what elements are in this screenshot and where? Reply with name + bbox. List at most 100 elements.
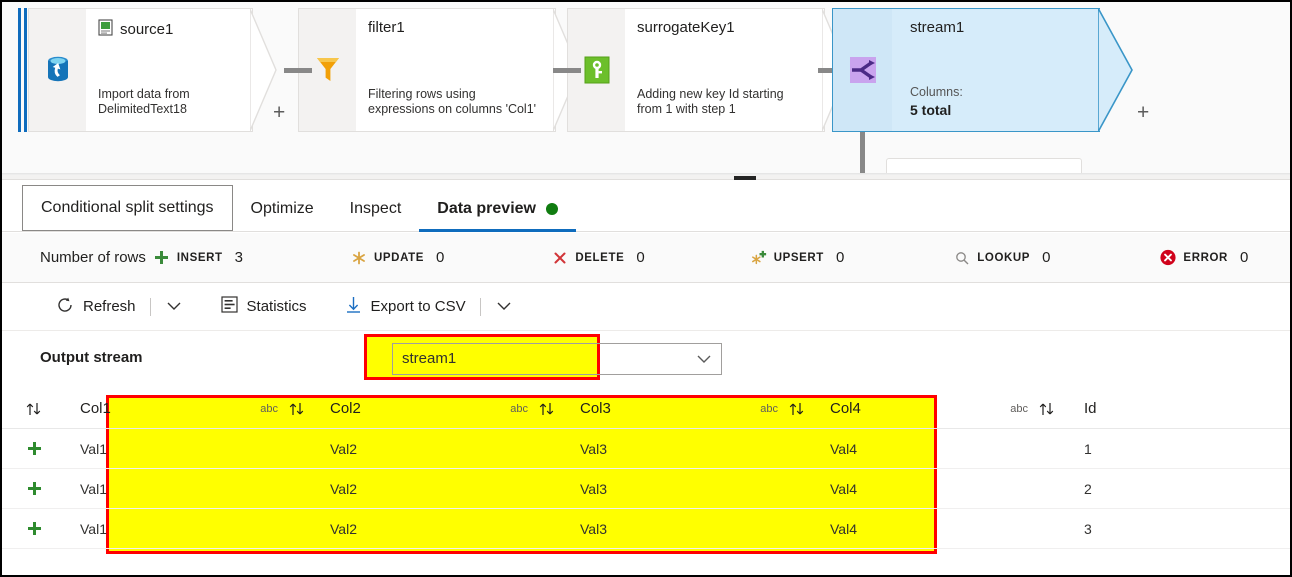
counter-error: ERROR 0	[1160, 249, 1248, 266]
column-header-col4-meta: abc	[1010, 401, 1056, 417]
node-below-partial	[886, 158, 1082, 173]
counter-update-value: 0	[436, 249, 445, 266]
table-row[interactable]: Val1 Val2 Val3 Val4 1	[2, 429, 1290, 469]
node-source1-name: source1	[120, 21, 174, 38]
add-after-source1-button[interactable]: +	[273, 102, 285, 123]
data-preview-table: Col1 abc Col2 abc Col3 abc Col4 abc Id V…	[2, 389, 1290, 549]
column-header-col4[interactable]: Col4 abc	[816, 389, 1066, 428]
add-after-stream1-button[interactable]: +	[1137, 102, 1149, 123]
sort-arrows-icon[interactable]	[1038, 401, 1056, 417]
cell-col2: Val2	[316, 429, 566, 468]
row-sort-toggle[interactable]	[2, 401, 66, 417]
column-header-col3[interactable]: Col3 abc	[566, 389, 816, 428]
column-header-col2[interactable]: Col2 abc	[316, 389, 566, 428]
export-to-csv-button[interactable]: Export to CSV	[337, 291, 474, 323]
cell-col4: Val4	[816, 509, 1066, 548]
node-stream1-columns-label: Columns:	[910, 85, 963, 99]
delimited-text-icon	[98, 19, 113, 40]
counter-lookup: LOOKUP 0	[954, 249, 1050, 266]
column-type-label: abc	[1010, 402, 1028, 415]
node-source1-description: Import data from DelimitedText18	[98, 87, 190, 117]
row-expand-button[interactable]	[2, 442, 66, 455]
settings-tabstrip[interactable]: Conditional split settings Optimize Insp…	[2, 180, 1290, 232]
counter-lookup-value: 0	[1042, 249, 1051, 266]
row-expand-button[interactable]	[2, 522, 66, 535]
column-header-id[interactable]: Id	[1066, 389, 1286, 428]
preview-status-dot-icon	[545, 203, 558, 215]
statistics-button[interactable]: Statistics	[213, 291, 315, 323]
node-filter1-body[interactable]: filter1 Filtering rows using expressions…	[356, 8, 580, 132]
node-surrogatekey1[interactable]: surrogateKey1 Adding new key Id starting…	[567, 8, 857, 132]
node-surrogatekey1-desc-line1: Adding new key Id starting	[637, 87, 784, 101]
source-database-icon	[28, 8, 86, 132]
tab-conditional-split-settings-label: Conditional split settings	[41, 199, 214, 216]
plus-icon	[27, 482, 41, 495]
export-dropdown-button[interactable]	[487, 291, 521, 323]
sort-arrows-icon[interactable]	[788, 401, 806, 417]
node-surrogatekey1-description: Adding new key Id starting from 1 with s…	[637, 87, 784, 117]
preview-toolbar[interactable]: Refresh Statistics Export to CSV	[2, 283, 1290, 331]
asterisk-plus-icon	[751, 250, 767, 266]
node-stream1[interactable]: stream1 Columns: 5 total +	[832, 8, 1149, 132]
tab-data-preview[interactable]: Data preview	[419, 187, 576, 232]
tab-inspect[interactable]: Inspect	[332, 187, 420, 231]
connector-stream-down	[860, 132, 865, 173]
node-source1-body[interactable]: source1 Import data from DelimitedText18	[86, 8, 277, 132]
node-filter1-desc-line2: expressions on columns 'Col1'	[368, 102, 537, 116]
node-source1[interactable]: source1 Import data from DelimitedText18…	[28, 8, 285, 132]
column-header-col1[interactable]: Col1 abc	[66, 389, 316, 428]
node-surrogatekey1-body[interactable]: surrogateKey1 Adding new key Id starting…	[625, 8, 849, 132]
node-filter1[interactable]: filter1 Filtering rows using expressions…	[298, 8, 588, 132]
node-source1-desc-line1: Import data from	[98, 87, 190, 101]
cell-col4: Val4	[816, 429, 1066, 468]
node-filter1-description: Filtering rows using expressions on colu…	[368, 87, 536, 117]
cell-id: 2	[1066, 469, 1286, 508]
refresh-button[interactable]: Refresh	[48, 291, 144, 323]
sort-arrows-icon	[26, 402, 41, 415]
refresh-dropdown-button[interactable]	[157, 291, 191, 323]
node-stream1-body[interactable]: stream1 Columns: 5 total	[892, 8, 1100, 132]
table-row[interactable]: Val1 Val2 Val3 Val4 3	[2, 509, 1290, 549]
counter-insert-label: INSERT	[176, 251, 223, 264]
tab-optimize[interactable]: Optimize	[233, 187, 332, 231]
error-circle-icon	[1160, 249, 1177, 266]
cell-value: Val2	[330, 440, 357, 457]
number-of-rows-label: Number of rows	[40, 249, 146, 266]
counter-insert: INSERT 3	[154, 249, 243, 266]
table-row[interactable]: Val1 Val2 Val3 Val4 2	[2, 469, 1290, 509]
dataflow-canvas[interactable]: source1 Import data from DelimitedText18…	[2, 2, 1290, 174]
cell-id: 1	[1066, 429, 1286, 468]
cell-value: 3	[1084, 520, 1092, 537]
cell-col1: Val1	[66, 469, 316, 508]
stream-selection-bar	[18, 8, 28, 132]
export-to-csv-button-label: Export to CSV	[370, 298, 466, 315]
refresh-icon	[56, 296, 74, 318]
tab-conditional-split-settings[interactable]: Conditional split settings	[22, 185, 233, 231]
refresh-button-label: Refresh	[83, 298, 136, 315]
sort-arrows-icon[interactable]	[538, 401, 556, 417]
counter-delete-label: DELETE	[575, 251, 625, 264]
row-expand-button[interactable]	[2, 482, 66, 495]
counter-upsert: UPSERT 0	[751, 249, 844, 266]
connector-source-filter	[284, 68, 312, 73]
counter-error-value: 0	[1239, 249, 1249, 266]
sort-arrows-icon[interactable]	[288, 401, 306, 417]
node-stream1-columns-total: 5 total	[910, 102, 952, 118]
cell-col1: Val1	[66, 509, 316, 548]
toolbar-separator-1	[149, 297, 151, 316]
statistics-icon	[220, 296, 238, 317]
app-window: source1 Import data from DelimitedText18…	[0, 0, 1292, 577]
cell-value: Val2	[330, 520, 357, 537]
counter-delete: DELETE 0	[552, 249, 645, 266]
node-surrogatekey1-desc-line2: from 1 with step 1	[637, 102, 736, 116]
node-filter1-title: filter1	[368, 19, 541, 36]
row-counters-bar: Number of rows INSERT 3 UPDATE 0 DELETE …	[2, 233, 1290, 283]
column-header-col4-label: Col4	[830, 400, 861, 417]
plus-icon	[154, 250, 170, 266]
cell-value: Val1	[80, 440, 107, 457]
cell-value: Val1	[80, 520, 107, 537]
cell-col3: Val3	[566, 429, 816, 468]
counter-update-label: UPDATE	[374, 251, 425, 264]
node-source1-title: source1	[98, 19, 238, 40]
column-header-id-label: Id	[1084, 400, 1097, 417]
